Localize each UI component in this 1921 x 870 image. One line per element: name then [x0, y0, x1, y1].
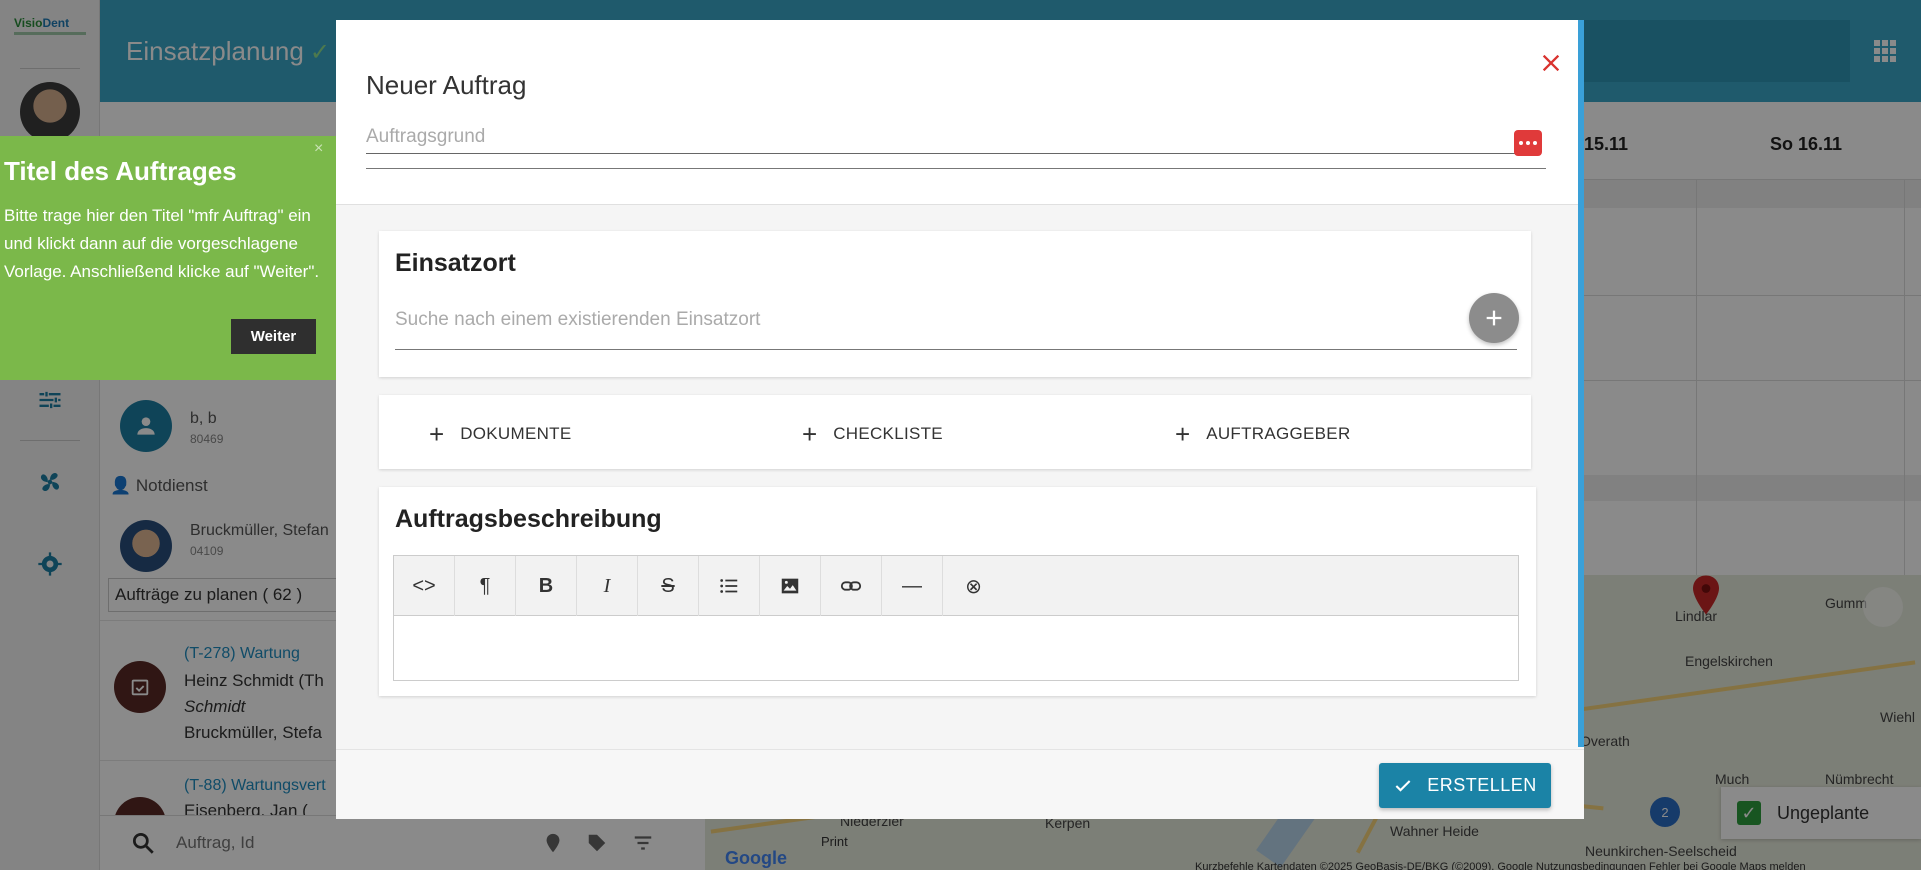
close-icon[interactable]: [1536, 48, 1566, 78]
horizontal-rule-icon[interactable]: —: [882, 556, 943, 616]
tour-tooltip: × Titel des Auftrages Bitte trage hier d…: [0, 136, 352, 380]
modal-header: Neuer Auftrag: [336, 20, 1584, 205]
check-icon: [1395, 779, 1411, 792]
code-view-icon[interactable]: <>: [394, 556, 455, 616]
add-client-button[interactable]: + AUFTRAGGEBER: [1175, 419, 1351, 449]
input-underline: [366, 168, 1546, 169]
rich-text-editor: <> ¶ B I S — ⊗: [393, 555, 1519, 681]
add-checklist-button[interactable]: + CHECKLISTE: [802, 419, 943, 449]
modal-scrollbar[interactable]: [1578, 20, 1584, 747]
plus-icon: +: [802, 419, 818, 449]
add-location-button[interactable]: [1469, 293, 1519, 343]
paragraph-icon[interactable]: ¶: [455, 556, 516, 616]
tour-next-button[interactable]: Weiter: [231, 319, 316, 354]
einsatzort-card: Einsatzort: [379, 231, 1531, 377]
modal-title: Neuer Auftrag: [366, 70, 527, 100]
bold-icon[interactable]: B: [516, 556, 577, 616]
template-menu-icon[interactable]: [1514, 130, 1542, 156]
plus-icon: +: [1175, 419, 1191, 449]
description-editor-area[interactable]: [394, 616, 1518, 680]
plus-icon: [1486, 310, 1502, 326]
add-documents-button[interactable]: + DOKUMENTE: [429, 419, 572, 449]
tour-title: Titel des Auftrages: [4, 156, 237, 186]
attachments-card: + DOKUMENTE + CHECKLISTE + AUFTRAGGEBER: [379, 395, 1531, 469]
order-reason-input[interactable]: [366, 120, 1516, 154]
einsatzort-title: Einsatzort: [395, 249, 516, 277]
strikethrough-icon[interactable]: S: [638, 556, 699, 616]
bullet-list-icon[interactable]: [699, 556, 760, 616]
tour-close-icon[interactable]: ×: [314, 140, 323, 158]
new-order-modal: Neuer Auftrag Einsatzort + DOKUMENTE + C…: [336, 20, 1584, 819]
create-button[interactable]: ERSTELLEN: [1379, 763, 1551, 808]
image-icon[interactable]: [760, 556, 821, 616]
modal-footer: ERSTELLEN: [336, 749, 1584, 819]
einsatzort-search-input[interactable]: [395, 303, 1445, 337]
editor-toolbar: <> ¶ B I S — ⊗: [394, 556, 1518, 616]
link-icon[interactable]: [821, 556, 882, 616]
description-title: Auftragsbeschreibung: [395, 505, 662, 533]
tour-body: Bitte trage hier den Titel "mfr Auftrag"…: [4, 206, 320, 281]
italic-icon[interactable]: I: [577, 556, 638, 616]
plus-icon: +: [429, 419, 445, 449]
description-card: Auftragsbeschreibung <> ¶ B I S — ⊗: [379, 487, 1536, 696]
input-underline: [395, 349, 1517, 350]
clear-format-icon[interactable]: ⊗: [943, 556, 1004, 616]
